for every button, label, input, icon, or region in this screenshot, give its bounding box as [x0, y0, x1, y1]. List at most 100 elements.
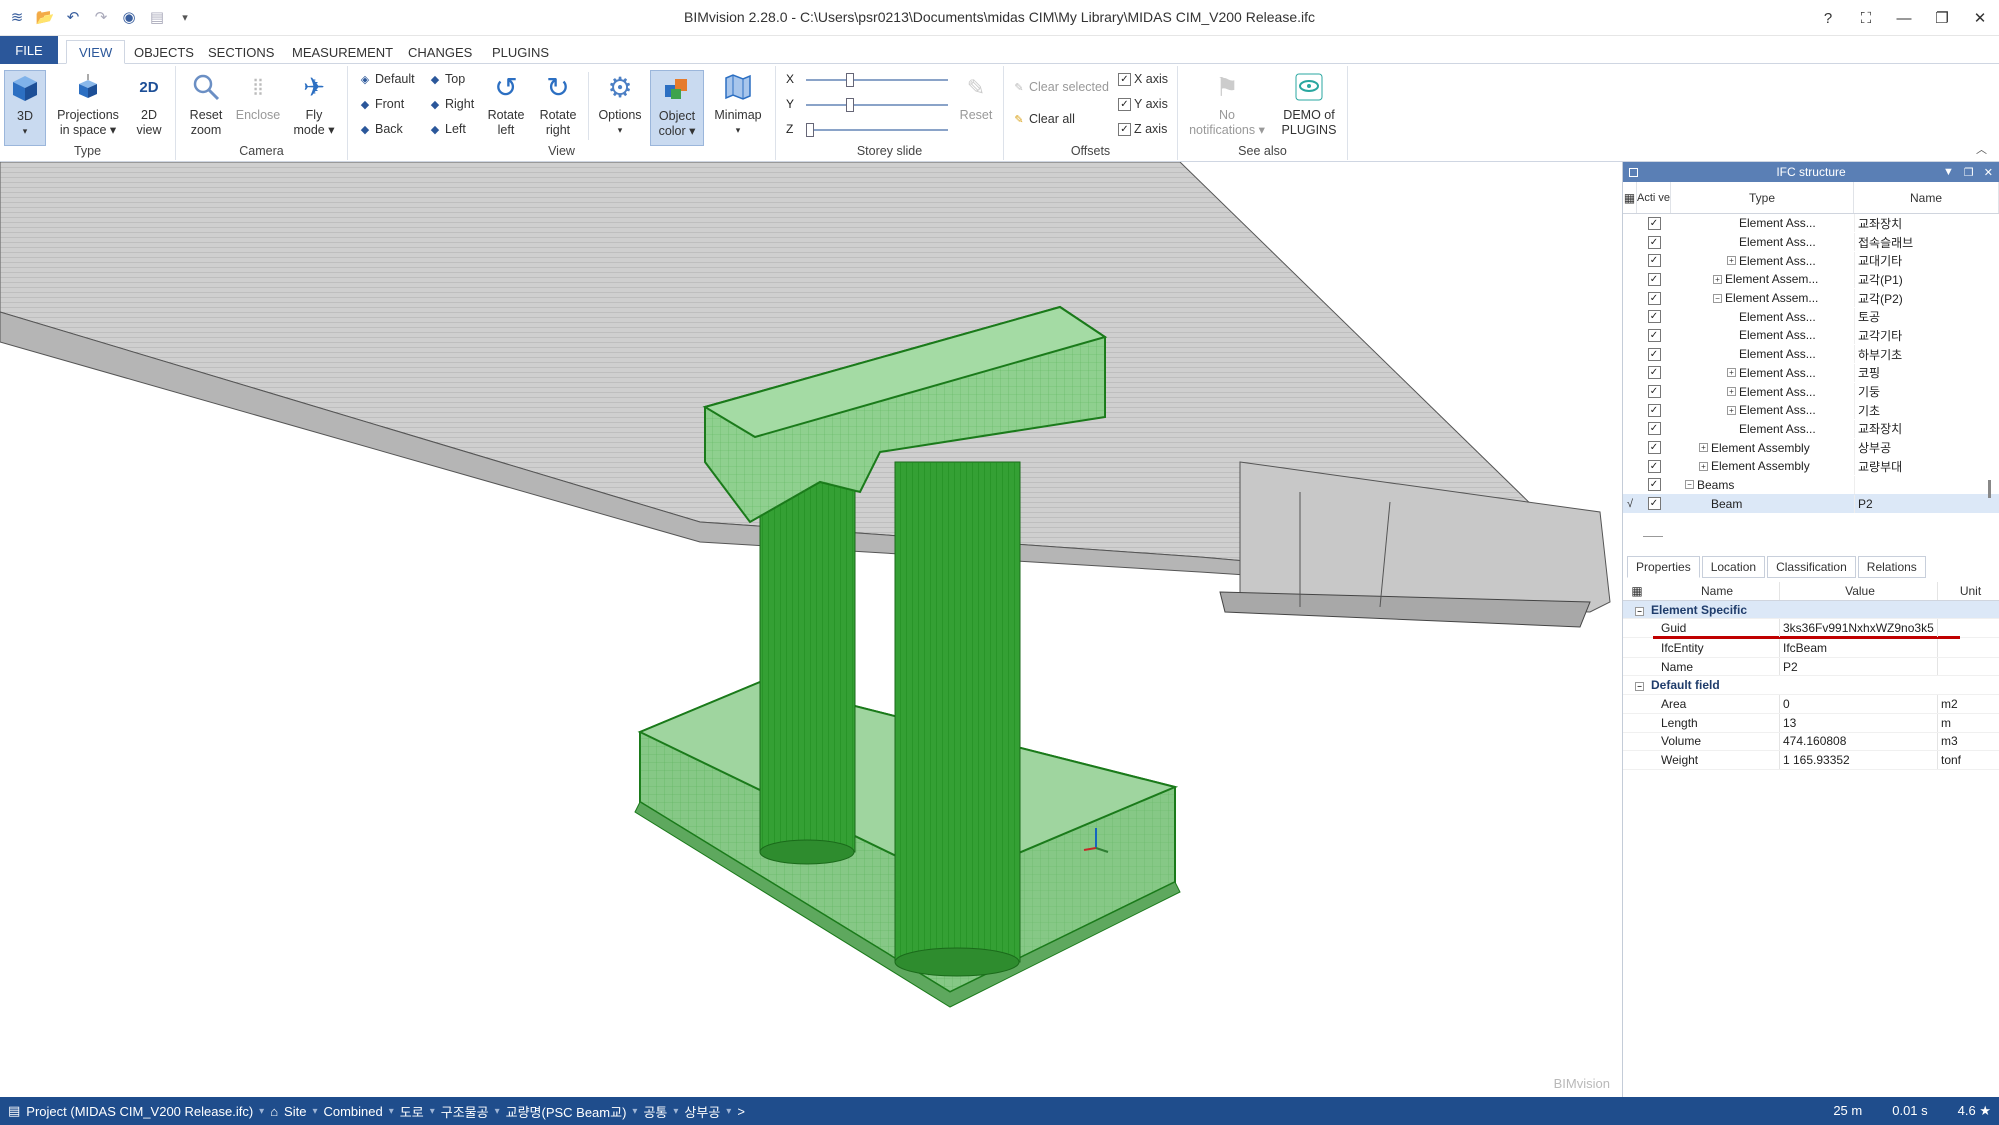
collapse-icon[interactable]: −: [1623, 678, 1651, 692]
checkbox-checked[interactable]: ✓: [1118, 97, 1131, 111]
restore-button[interactable]: ❐: [1923, 0, 1961, 36]
prop-column-name[interactable]: Name: [1651, 584, 1779, 598]
y-axis-checkbox[interactable]: ✓ Y axis: [1118, 97, 1168, 111]
active-checkbox[interactable]: ✓: [1647, 403, 1661, 417]
expand-icon[interactable]: +: [1699, 461, 1708, 471]
collapse-icon[interactable]: −: [1623, 603, 1651, 617]
breadcrumb-dropdown-icon[interactable]: ▾: [726, 1106, 731, 1117]
expand-icon[interactable]: +: [1699, 443, 1708, 453]
ifc-tree-row[interactable]: ✓ − Element Assem... 교각(P2): [1623, 289, 1999, 308]
collapse-icon[interactable]: −: [1713, 293, 1722, 303]
expand-icon[interactable]: +: [1727, 405, 1736, 415]
slider-y[interactable]: [806, 97, 948, 113]
expand-icon[interactable]: +: [1727, 387, 1736, 397]
property-value[interactable]: 474.160808: [1779, 732, 1937, 751]
breadcrumb-item[interactable]: >: [737, 1104, 745, 1119]
splitter-handle[interactable]: [1643, 536, 1663, 537]
checkbox-checked[interactable]: ✓: [1118, 122, 1131, 136]
ifc-tree-row[interactable]: ✓ Element Ass... 토공: [1623, 307, 1999, 326]
breadcrumb-item[interactable]: 상부공: [684, 1102, 720, 1121]
breadcrumb-item[interactable]: 교량명(PSC Beam교): [506, 1102, 627, 1121]
breadcrumb-item[interactable]: 공통: [643, 1102, 667, 1121]
active-checkbox[interactable]: ✓: [1647, 366, 1661, 380]
property-row[interactable]: Area 0 m2: [1623, 695, 1999, 714]
ifc-tree-row[interactable]: ✓ + Element Assem... 교각(P1): [1623, 270, 1999, 289]
slider-z[interactable]: [806, 122, 948, 138]
breadcrumb-item[interactable]: Site: [284, 1104, 306, 1119]
options-button[interactable]: ⚙ Options ▾: [592, 70, 648, 138]
ifc-tree-row[interactable]: ✓ Element Ass... 하부기초: [1623, 345, 1999, 364]
x-axis-checkbox[interactable]: ✓ X axis: [1118, 72, 1168, 86]
slider-z-thumb[interactable]: [806, 123, 814, 137]
fly-mode-button[interactable]: ✈ Fly mode ▾: [286, 70, 342, 138]
breadcrumb-item[interactable]: Combined: [323, 1104, 382, 1119]
breadcrumb-dropdown-icon[interactable]: ▾: [389, 1106, 394, 1117]
breadcrumb-item[interactable]: 구조물공: [441, 1102, 489, 1121]
dropdown-icon[interactable]: ▼: [1943, 166, 1954, 179]
active-checkbox[interactable]: ✓: [1647, 385, 1661, 399]
active-checkbox[interactable]: ✓: [1647, 497, 1661, 511]
collapse-icon[interactable]: −: [1685, 480, 1694, 490]
view-left-button[interactable]: ◆ Left: [428, 122, 466, 136]
ifc-tree-row[interactable]: ✓ Element Ass... 접속슬래브: [1623, 233, 1999, 252]
tab-changes[interactable]: CHANGES: [396, 40, 484, 64]
property-value[interactable]: IfcBeam: [1779, 639, 1937, 657]
view-top-button[interactable]: ◆ Top: [428, 72, 465, 86]
view-default-button[interactable]: ◈ Default: [358, 72, 415, 86]
tab-objects[interactable]: OBJECTS: [122, 40, 206, 64]
close-panel-icon[interactable]: ✕: [1984, 166, 1993, 179]
active-checkbox[interactable]: ✓: [1647, 422, 1661, 436]
breadcrumb-dropdown-icon[interactable]: ▾: [495, 1106, 500, 1117]
float-icon[interactable]: ❐: [1964, 166, 1974, 179]
demo-plugins-button[interactable]: DEMO of PLUGINS: [1276, 70, 1342, 138]
column-active[interactable]: Acti ve: [1637, 182, 1671, 213]
object-color-button[interactable]: Object color ▾: [650, 70, 704, 146]
clear-selected-button[interactable]: ✎ Clear selected: [1012, 80, 1109, 94]
column-type[interactable]: Type: [1671, 182, 1854, 213]
property-row[interactable]: IfcEntity IfcBeam: [1623, 639, 1999, 658]
tab-sections[interactable]: SECTIONS: [196, 40, 286, 64]
active-checkbox[interactable]: ✓: [1647, 272, 1661, 286]
column-chooser-icon[interactable]: ▦: [1623, 584, 1651, 598]
ifc-tree-row[interactable]: ✓ Element Ass... 교각기타: [1623, 326, 1999, 345]
property-value[interactable]: 13: [1779, 713, 1937, 732]
ifc-tree-row[interactable]: ✓ + Element Ass... 교대기타: [1623, 251, 1999, 270]
tab-location[interactable]: Location: [1701, 556, 1766, 578]
tab-measurement[interactable]: MEASUREMENT: [280, 40, 405, 64]
clear-all-button[interactable]: ✎ Clear all: [1012, 112, 1074, 126]
ifc-tree-row[interactable]: ✓ + Element Assembly 상부공: [1623, 438, 1999, 457]
view-back-button[interactable]: ◆ Back: [358, 122, 403, 136]
slider-x[interactable]: [806, 72, 948, 88]
ifc-tree-row[interactable]: ✓ Element Ass... 교좌장치: [1623, 214, 1999, 233]
breadcrumb-dropdown-icon[interactable]: ▾: [312, 1106, 317, 1117]
tab-relations[interactable]: Relations: [1857, 556, 1926, 578]
prop-column-unit[interactable]: Unit: [1937, 582, 1999, 600]
property-value[interactable]: 0: [1779, 695, 1937, 713]
minimize-button[interactable]: —: [1885, 0, 1923, 36]
rotate-right-button[interactable]: ↻ Rotate right: [532, 70, 584, 138]
breadcrumb-dropdown-icon[interactable]: ▾: [632, 1106, 637, 1117]
property-row[interactable]: Name P2: [1623, 657, 1999, 677]
ifc-tree-row[interactable]: ✓ + Element Ass... 기초: [1623, 401, 1999, 420]
expand-icon[interactable]: +: [1727, 368, 1736, 378]
active-checkbox[interactable]: ✓: [1647, 441, 1661, 455]
active-checkbox[interactable]: ✓: [1647, 235, 1661, 249]
enclose-button[interactable]: ⦙⦙ Enclose: [232, 70, 284, 123]
breadcrumb-dropdown-icon[interactable]: ▾: [430, 1106, 435, 1117]
active-checkbox[interactable]: ✓: [1647, 459, 1661, 473]
active-checkbox[interactable]: ✓: [1647, 328, 1661, 342]
property-value[interactable]: 1 165.93352: [1779, 751, 1937, 769]
ifc-tree-row[interactable]: ✓ − Beams: [1623, 475, 1999, 495]
storey-reset-button[interactable]: ✎ Reset: [954, 70, 998, 123]
active-checkbox[interactable]: ✓: [1647, 478, 1661, 492]
property-value[interactable]: 3ks36Fv991NxhxWZ9no3k5: [1779, 619, 1937, 638]
minimap-button[interactable]: Minimap ▾: [708, 70, 768, 138]
breadcrumb-dropdown-icon[interactable]: ▾: [673, 1106, 678, 1117]
tab-file[interactable]: FILE: [0, 36, 58, 64]
prop-column-value[interactable]: Value: [1779, 582, 1937, 600]
active-checkbox[interactable]: ✓: [1647, 347, 1661, 361]
tab-properties[interactable]: Properties: [1627, 556, 1700, 578]
rotate-left-button[interactable]: ↺ Rotate left: [480, 70, 532, 138]
property-category[interactable]: − Element Specific: [1623, 600, 1999, 620]
close-button[interactable]: ✕: [1961, 0, 1999, 36]
